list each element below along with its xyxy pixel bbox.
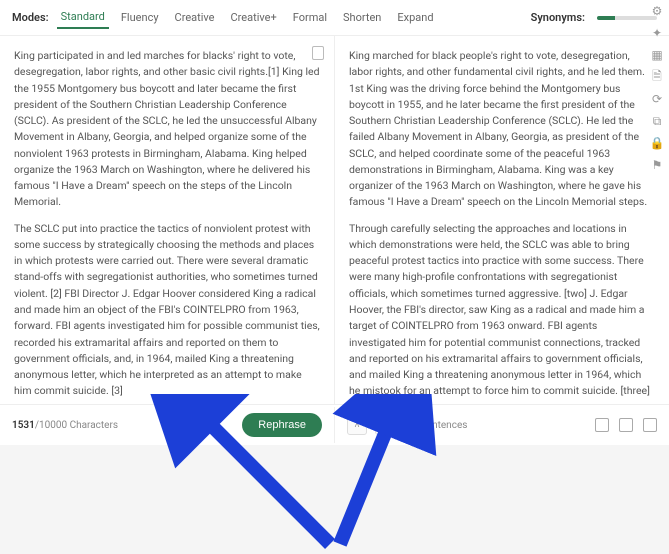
output-pane: King marched for black people's right to… bbox=[335, 36, 669, 404]
paste-icon[interactable] bbox=[312, 46, 324, 60]
output-para-2: Through carefully selecting the approach… bbox=[349, 221, 655, 400]
mode-standard[interactable]: Standard bbox=[57, 6, 109, 29]
footer: 1531/10000 Characters Rephrase ˄ ˅ 1/7 S… bbox=[0, 404, 669, 445]
export-icon[interactable] bbox=[619, 418, 633, 432]
mode-formal[interactable]: Formal bbox=[289, 7, 331, 28]
lock-icon[interactable]: 🔒 bbox=[650, 136, 664, 150]
right-rail: ⚙ ✦ ▦ 🗎 ⟳ ⧉ 🔒 ⚑ bbox=[647, 4, 667, 172]
synonyms-label: Synonyms: bbox=[531, 11, 585, 24]
grid-icon[interactable]: ▦ bbox=[650, 48, 664, 62]
stats-icon[interactable] bbox=[595, 418, 609, 432]
char-count-current: 1531 bbox=[12, 420, 35, 431]
footer-right-icons bbox=[595, 418, 657, 432]
mode-fluency[interactable]: Fluency bbox=[117, 7, 163, 28]
input-para-1: King participated in and led marches for… bbox=[14, 48, 320, 211]
char-count: 1531/10000 Characters bbox=[12, 420, 118, 431]
footer-right: ˄ ˅ 1/7 Sentences bbox=[334, 407, 669, 443]
char-count-unit: Characters bbox=[67, 420, 118, 431]
footer-left: 1531/10000 Characters Rephrase bbox=[0, 405, 334, 445]
output-para-1: King marched for black people's right to… bbox=[349, 48, 655, 211]
feedback-icon[interactable]: ✦ bbox=[650, 26, 664, 40]
next-sentence-button[interactable]: ˅ bbox=[375, 415, 395, 435]
mode-shorten[interactable]: Shorten bbox=[339, 7, 385, 28]
modes-label: Modes: bbox=[12, 11, 49, 24]
mode-expand[interactable]: Expand bbox=[393, 7, 437, 28]
rephrase-button[interactable]: Rephrase bbox=[242, 413, 322, 437]
input-pane[interactable]: King participated in and led marches for… bbox=[0, 36, 335, 404]
prev-sentence-button[interactable]: ˄ bbox=[347, 415, 367, 435]
toolbar: Modes: Standard Fluency Creative Creativ… bbox=[0, 0, 669, 36]
mode-creative[interactable]: Creative bbox=[171, 7, 219, 28]
app-frame: Modes: Standard Fluency Creative Creativ… bbox=[0, 0, 669, 445]
gear-icon[interactable]: ⚙ bbox=[650, 4, 664, 18]
panes: King participated in and led marches for… bbox=[0, 36, 669, 404]
copy-icon[interactable] bbox=[643, 418, 657, 432]
flag-icon[interactable]: ⚑ bbox=[650, 158, 664, 172]
doc-icon[interactable]: 🗎 bbox=[650, 70, 664, 84]
mode-creativeplus[interactable]: Creative+ bbox=[227, 7, 281, 28]
input-para-2: The SCLC put into practice the tactics o… bbox=[14, 221, 320, 400]
refresh-icon[interactable]: ⟳ bbox=[650, 92, 664, 106]
char-count-max: 10000 bbox=[39, 420, 67, 431]
sentence-counter: 1/7 Sentences bbox=[403, 420, 467, 431]
history-icon[interactable]: ⧉ bbox=[650, 114, 664, 128]
